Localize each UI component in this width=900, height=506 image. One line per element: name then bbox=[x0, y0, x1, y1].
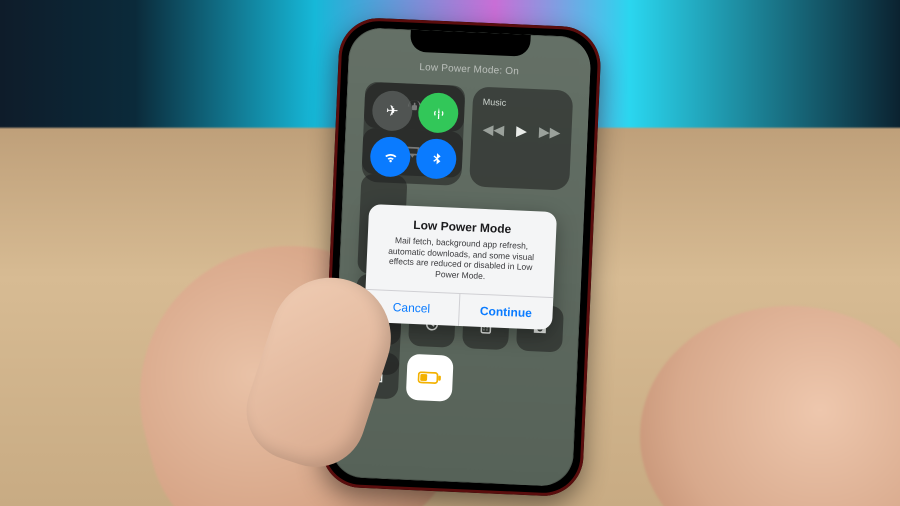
bluetooth-icon bbox=[428, 151, 444, 167]
alert-title: Low Power Mode bbox=[380, 216, 544, 237]
phone-screen: Low Power Mode: On ✈ bbox=[330, 27, 591, 487]
battery-icon bbox=[417, 371, 442, 384]
media-next-icon[interactable]: ▶▶ bbox=[539, 123, 561, 141]
hand-right bbox=[640, 306, 900, 506]
media-panel[interactable]: Music ◀◀ ▶ ▶▶ bbox=[469, 86, 573, 190]
media-play-icon[interactable]: ▶ bbox=[516, 122, 528, 139]
photo-background: Low Power Mode: On ✈ bbox=[0, 0, 900, 506]
media-label: Music bbox=[483, 97, 567, 111]
wifi-toggle[interactable] bbox=[369, 136, 411, 178]
wifi-icon bbox=[382, 149, 398, 165]
media-prev-icon[interactable]: ◀◀ bbox=[482, 121, 504, 139]
airplane-icon: ✈ bbox=[386, 102, 399, 121]
low-power-mode-alert: Low Power Mode Mail fetch, background ap… bbox=[364, 204, 557, 330]
antenna-icon bbox=[430, 105, 446, 121]
airplane-mode-toggle[interactable]: ✈ bbox=[371, 90, 413, 132]
alert-message: Mail fetch, background app refresh, auto… bbox=[380, 235, 542, 284]
bluetooth-toggle[interactable] bbox=[415, 138, 457, 180]
cellular-data-toggle[interactable] bbox=[417, 92, 459, 134]
continue-button[interactable]: Continue bbox=[458, 293, 554, 329]
connectivity-panel[interactable]: ✈ bbox=[361, 82, 465, 186]
low-power-mode-tile[interactable] bbox=[406, 354, 454, 402]
